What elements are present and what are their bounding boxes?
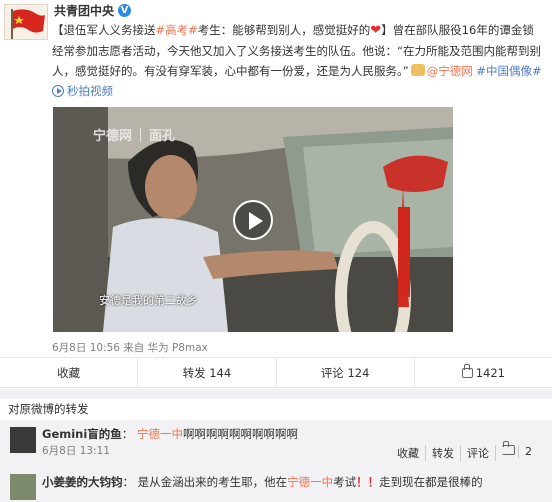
video-player[interactable]: 宁德网 面孔 安德是我的第二故乡 [53,107,453,332]
repost-separator: ： [122,475,135,489]
video-link-label[interactable]: 秒拍视频 [67,84,113,98]
author-avatar[interactable] [4,4,48,40]
repost-author[interactable]: Gemini盲的鱼 [42,427,122,441]
topic-tag-gaokao[interactable]: #高考# [156,23,198,37]
repost-item: Gemini盲的鱼： 宁德一中啊啊啊啊啊啊啊啊啊啊 6月8日 13:11 收藏 … [0,423,552,461]
repost-label: 转发 144 [182,366,232,380]
thumbs-up-icon [410,64,425,76]
heart-icon: ❤ [370,23,382,38]
watermark-divider [140,127,142,142]
repost-like-count: 2 [518,445,538,458]
repost-avatar[interactable] [10,474,36,500]
collect-label: 收藏 [57,366,81,380]
video-link[interactable]: 秒拍视频 [52,84,113,98]
reposts-section-title: 对原微博的转发 [8,402,89,416]
video-subtitle: 安德是我的第二故乡 [99,294,198,307]
repost-text: 走到现在都是很棒的 [379,475,483,489]
repost-repost-button[interactable]: 转发 [425,445,460,461]
author-name-text[interactable]: 共青团中央 [54,2,114,19]
like-button[interactable]: 1421 [415,358,552,388]
exclamation-text: ！！ [356,475,380,489]
collect-button[interactable]: 收藏 [0,358,139,388]
comment-button[interactable]: 评论 124 [277,358,415,388]
repost-text: 考试 [333,475,357,489]
section-gap [0,389,552,399]
repost-list: Gemini盲的鱼： 宁德一中啊啊啊啊啊啊啊啊啊啊 6月8日 13:11 收藏 … [0,420,552,502]
post-card: 共青团中央 V 【退伍军人义务接送#高考#考生：能够帮到别人，感觉挺好的❤】曾在… [0,0,552,388]
repost-avatar[interactable] [10,427,36,453]
watermark-left: 宁德网 [93,129,133,144]
flag-logo-icon [5,5,47,39]
like-count: 1421 [475,366,506,380]
verified-badge-icon: V [118,3,132,17]
comment-label: 评论 124 [320,366,370,380]
repost-item: 小姜姜的大钧钧： 是从金涵出来的考生耶，他在宁德一中考试！！走到现在都是很棒的 [0,470,552,502]
repost-mention[interactable]: 宁德一中 [287,475,333,489]
repost-text: 是从金涵出来的考生耶，他在 [137,475,288,489]
repost-button[interactable]: 转发 144 [138,358,277,388]
post-text-part: 考生：能够帮到别人，感觉挺好的 [197,23,371,37]
like-icon [502,441,515,455]
repost-text: 啊啊啊啊啊啊啊啊啊啊 [182,427,298,441]
topic-tag-idol[interactable]: #中国偶像# [476,64,541,78]
post-meta: 6月8日 10:56 来自 华为 P8max [52,342,208,354]
post-text: 【退伍军人义务接送#高考#考生：能够帮到别人，感觉挺好的❤】曾在部队服役16年的… [52,20,542,101]
like-icon [461,364,473,378]
mention-ningde-link[interactable]: @宁德网 [427,64,473,78]
video-watermark: 宁德网 面孔 [93,125,175,144]
repost-body: 小姜姜的大钧钧： 是从金涵出来的考生耶，他在宁德一中考试！！走到现在都是很棒的 [42,474,544,491]
repost-actions: 收藏 转发 评论 2 [391,441,544,461]
author-name[interactable]: 共青团中央 V [54,2,132,19]
repost-comment-button[interactable]: 评论 [460,445,495,461]
repost-mention[interactable]: 宁德一中 [137,427,183,441]
watermark-right: 面孔 [149,129,176,144]
video-link-icon [52,85,64,97]
repost-like-button[interactable]: 2 [495,441,544,461]
post-text-part: 【退伍军人义务接送 [52,23,156,37]
repost-author[interactable]: 小姜姜的大钧钧 [42,475,123,489]
post-actions: 收藏 转发 144 评论 124 1421 [0,357,552,388]
repost-separator: ： [121,427,134,441]
play-button-icon[interactable] [233,200,273,240]
repost-collect-button[interactable]: 收藏 [391,445,425,461]
